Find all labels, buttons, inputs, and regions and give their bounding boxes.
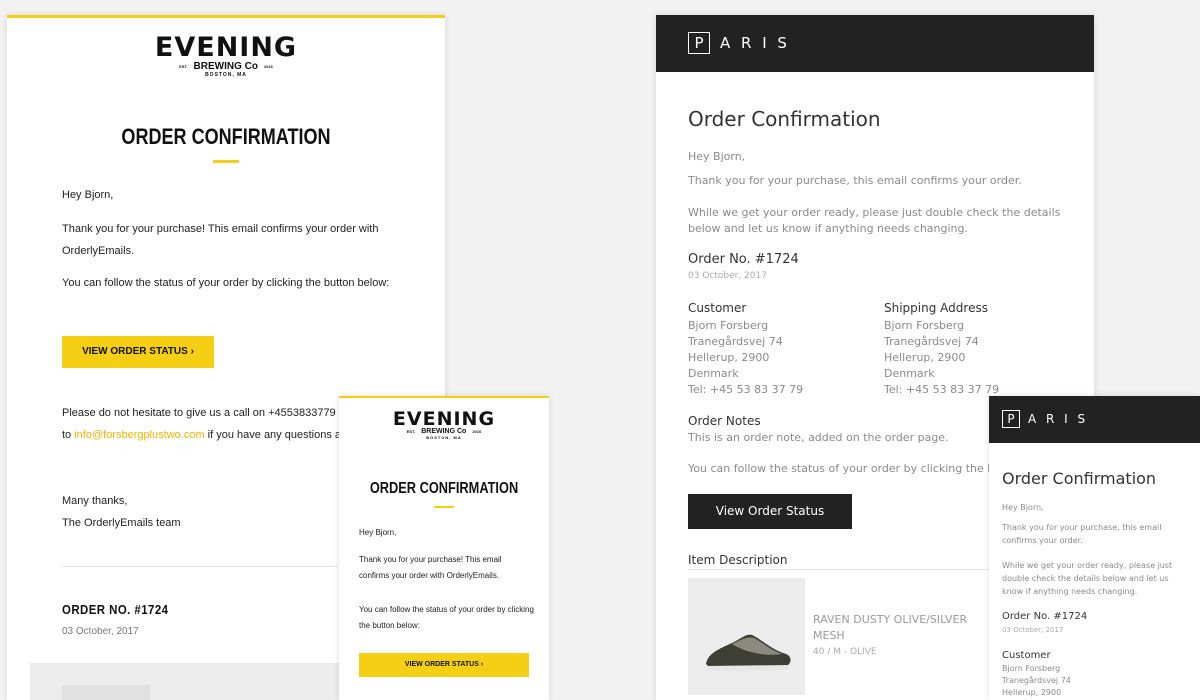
logo-city-text: BOSTON, MA bbox=[426, 435, 462, 440]
page-title: ORDER CONFIRMATION bbox=[369, 480, 519, 497]
logo-est-text: EST. bbox=[179, 64, 188, 69]
customer-city: Hellerup, 2900 bbox=[1002, 688, 1062, 697]
page-title: Order Confirmation bbox=[688, 107, 881, 131]
customer-street: Tranegårdsvej 74 bbox=[688, 335, 783, 348]
title-underline bbox=[434, 506, 454, 508]
paris-logo: P A R I S bbox=[1002, 410, 1088, 428]
order-notes-text: This is an order note, added on the orde… bbox=[688, 431, 949, 444]
order-date: 03 October, 2017 bbox=[688, 271, 767, 281]
greeting-text: Hey Bjorn, bbox=[62, 189, 114, 201]
shipping-label: Shipping Address bbox=[884, 301, 988, 315]
customer-label: Customer bbox=[688, 301, 747, 315]
shipping-street: Tranegårdsvej 74 bbox=[884, 335, 979, 348]
item-description-header: Item Description bbox=[688, 553, 788, 567]
logo-main-text: EVENING bbox=[392, 408, 496, 430]
order-number: Order No. #1724 bbox=[1002, 611, 1088, 622]
contact-post-text: if you have any questions at all. bbox=[204, 429, 362, 441]
item-variant: 40 / M - OLIVE bbox=[813, 647, 877, 657]
customer-country: Denmark bbox=[688, 367, 739, 380]
paris-email-small: P A R I S Order Confirmation Hey Bjorn, … bbox=[989, 396, 1200, 700]
signoff-text: Many thanks, bbox=[62, 495, 128, 507]
title-underline bbox=[213, 160, 239, 163]
item-name: RAVEN DUSTY OLIVE/SILVER MESH bbox=[813, 613, 968, 642]
customer-label: Customer bbox=[1002, 650, 1051, 661]
customer-details: Bjorn Forsberg Tranegårdsvej 74 Hellerup… bbox=[1002, 663, 1071, 699]
paris-logo: P A R I S bbox=[688, 32, 790, 54]
customer-name: Bjorn Forsberg bbox=[688, 319, 769, 332]
thanks-text: Thank you for your purchase, this email … bbox=[688, 174, 1022, 187]
logo-year-text: 2016 bbox=[264, 64, 273, 69]
evening-brewing-logo: EVENING EST. BREWING Co 2016 BOSTON, MA bbox=[7, 32, 445, 78]
order-number: ORDER NO. #1724 bbox=[62, 602, 169, 617]
thanks-text: Thank you for your purchase, this email … bbox=[1002, 523, 1162, 545]
item-thumbnail bbox=[62, 685, 150, 700]
shipping-phone: Tel: +45 53 83 37 79 bbox=[884, 383, 1000, 396]
paris-header-bar: P A R I S bbox=[656, 15, 1094, 72]
customer-details: Bjorn Forsberg Tranegårdsvej 74 Hellerup… bbox=[688, 318, 803, 398]
follow-text: You can follow the status of your order … bbox=[359, 605, 534, 630]
follow-text: You can follow the status of your order … bbox=[62, 277, 390, 289]
order-notes-label: Order Notes bbox=[688, 414, 761, 428]
logo-sub-text: BREWING Co bbox=[193, 61, 258, 72]
paris-logo-letter: P bbox=[688, 32, 710, 54]
item-product-image bbox=[688, 578, 805, 695]
thanks-text: Thank you for your purchase! This email … bbox=[359, 555, 502, 580]
paris-header-bar: P A R I S bbox=[989, 396, 1200, 443]
sneaker-icon bbox=[706, 634, 791, 671]
ready-text: While we get your order ready, please ju… bbox=[1002, 561, 1173, 596]
ready-text: While we get your order ready, please ju… bbox=[688, 206, 1061, 235]
view-order-status-button[interactable]: View Order Status bbox=[688, 494, 852, 529]
logo-main-text: EVENING bbox=[154, 32, 298, 63]
contact-email-link[interactable]: info@forsbergplustwo.com bbox=[74, 429, 204, 441]
shipping-city: Hellerup, 2900 bbox=[884, 351, 966, 364]
thanks-text: Thank you for your purchase! This email … bbox=[62, 223, 379, 257]
customer-phone: Tel: +45 53 83 37 79 bbox=[688, 383, 804, 396]
order-number: Order No. #1724 bbox=[688, 252, 799, 267]
shipping-details: Bjorn Forsberg Tranegårdsvej 74 Hellerup… bbox=[884, 318, 999, 398]
page-title: Order Confirmation bbox=[1002, 469, 1157, 488]
team-text: The OrderlyEmails team bbox=[62, 517, 181, 529]
logo-year-text: 2016 bbox=[472, 429, 482, 434]
logo-city-text: BOSTON, MA bbox=[205, 72, 247, 78]
logo-est-text: EST. bbox=[406, 429, 416, 434]
page-title: ORDER CONFIRMATION bbox=[121, 124, 331, 149]
customer-name: Bjorn Forsberg bbox=[1002, 664, 1061, 673]
view-order-status-button[interactable]: VIEW ORDER STATUS › bbox=[62, 336, 214, 368]
shipping-country: Denmark bbox=[884, 367, 935, 380]
evening-brewing-logo: EVENING EST. BREWING Co 2016 BOSTON, MA bbox=[339, 408, 549, 440]
shipping-name: Bjorn Forsberg bbox=[884, 319, 965, 332]
greeting-text: Hey Bjorn, bbox=[688, 150, 746, 163]
greeting-text: Hey Bjorn, bbox=[359, 528, 397, 537]
paris-logo-rest: A R I S bbox=[720, 34, 790, 52]
greeting-text: Hey Bjorn, bbox=[1002, 503, 1044, 512]
view-order-status-button[interactable]: VIEW ORDER STATUS › bbox=[359, 653, 529, 677]
customer-city: Hellerup, 2900 bbox=[688, 351, 770, 364]
evening-email-small: EVENING EST. BREWING Co 2016 BOSTON, MA … bbox=[339, 396, 549, 700]
customer-street: Tranegårdsvej 74 bbox=[1002, 676, 1071, 685]
order-date: 03 October, 2017 bbox=[1002, 626, 1064, 634]
logo-sub-text: BREWING Co bbox=[421, 428, 467, 435]
paris-logo-letter: P bbox=[1002, 410, 1020, 428]
paris-logo-rest: A R I S bbox=[1028, 412, 1089, 426]
order-date: 03 October, 2017 bbox=[62, 626, 139, 637]
